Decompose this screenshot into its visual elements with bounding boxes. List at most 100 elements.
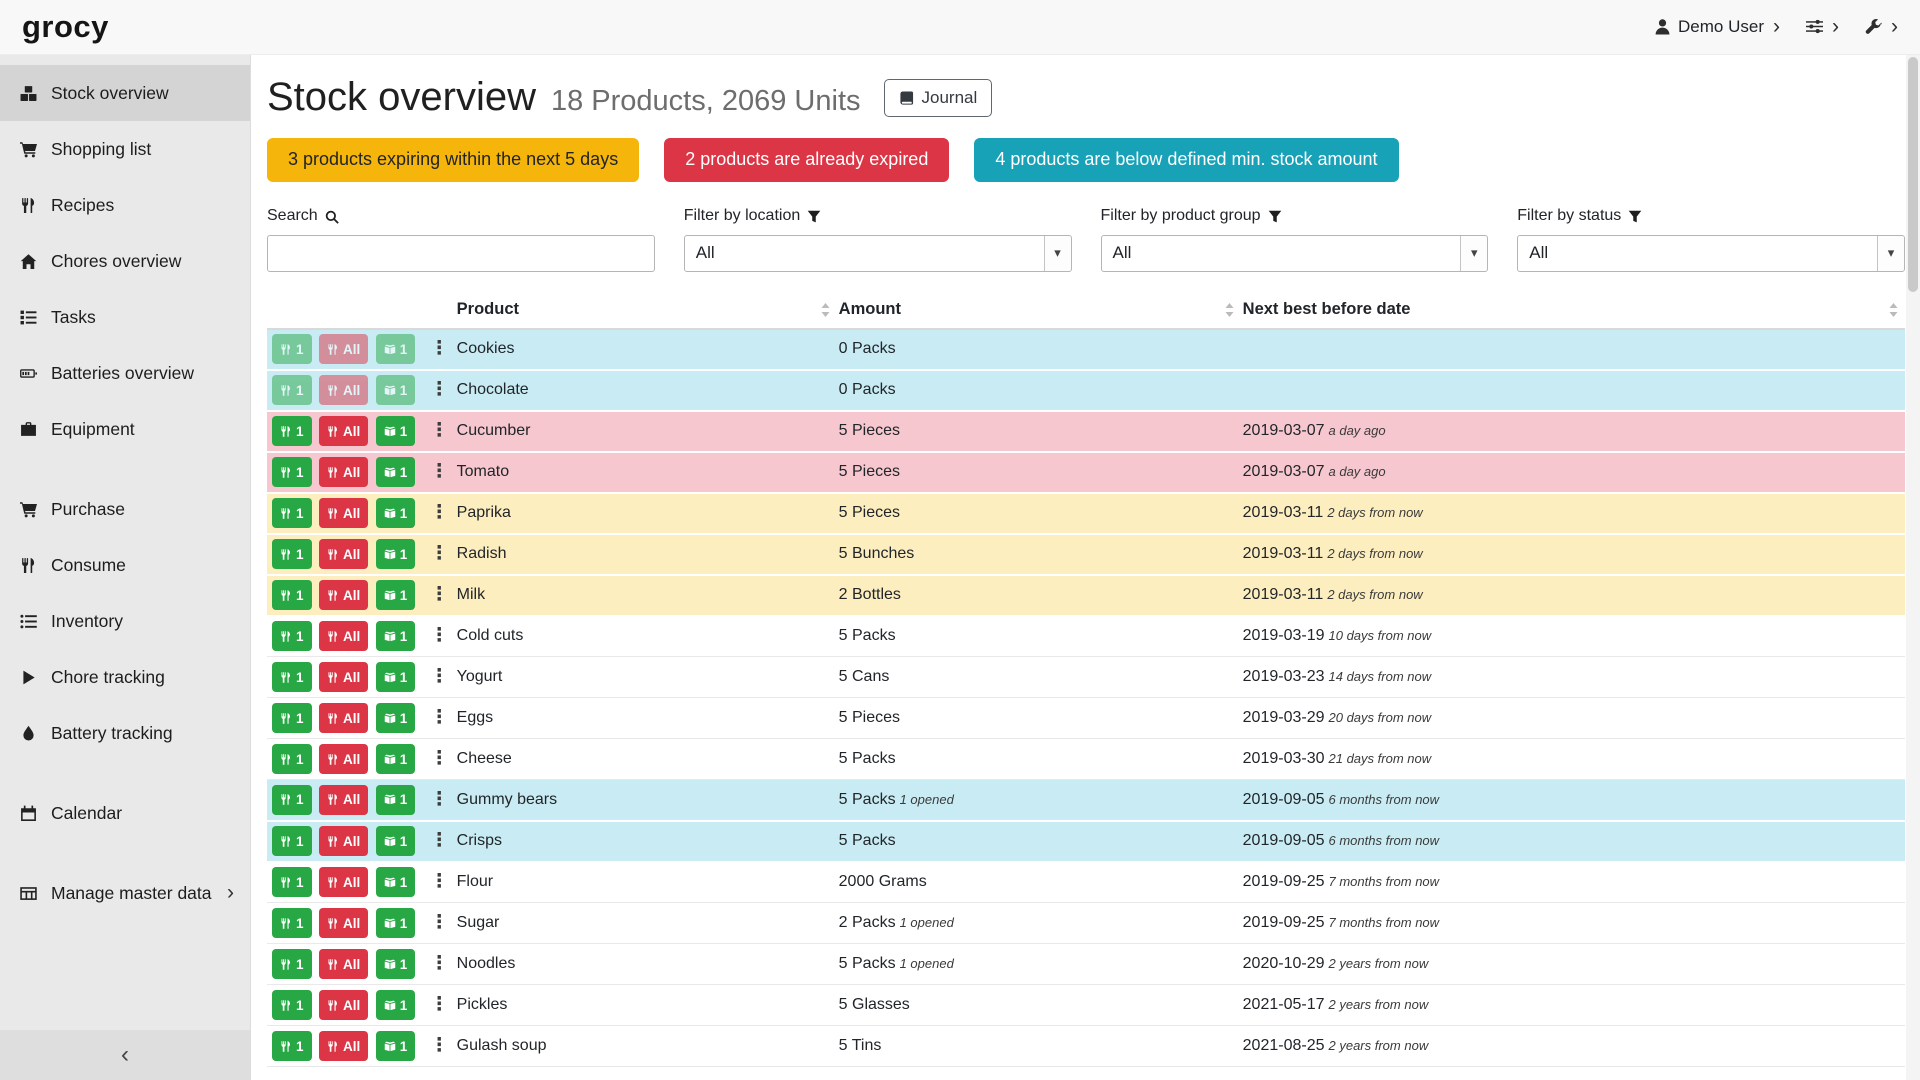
row-menu-button[interactable]: ⋮ [430, 787, 449, 814]
sidebar-item-battery-tracking[interactable]: Battery tracking [0, 705, 250, 761]
open-one-button[interactable]: 1 [376, 949, 416, 979]
open-one-button[interactable]: 1 [376, 785, 416, 815]
consume-all-button[interactable]: All [319, 580, 368, 610]
admin-menu[interactable]: › [1865, 16, 1898, 37]
consume-all-button[interactable]: All [319, 457, 368, 487]
open-one-button[interactable]: 1 [376, 703, 416, 733]
sidebar-item-shopping-list[interactable]: Shopping list [0, 121, 250, 177]
consume-all-button[interactable]: All [319, 867, 368, 897]
consume-all-button[interactable]: All [319, 416, 368, 446]
open-one-button[interactable]: 1 [376, 416, 416, 446]
consume-all-button[interactable]: All [319, 703, 368, 733]
best-before-column-header[interactable]: Next best before date [1241, 294, 1905, 329]
sidebar-item-batteries-overview[interactable]: Batteries overview [0, 345, 250, 401]
row-menu-button[interactable]: ⋮ [430, 500, 449, 527]
consume-one-button[interactable]: 1 [272, 1031, 312, 1061]
consume-all-button[interactable]: All [319, 744, 368, 774]
consume-one-button[interactable]: 1 [272, 334, 312, 364]
open-one-button[interactable]: 1 [376, 908, 416, 938]
open-one-button[interactable]: 1 [376, 1031, 416, 1061]
consume-one-button[interactable]: 1 [272, 416, 312, 446]
view-settings-menu[interactable]: › [1806, 16, 1839, 37]
consume-one-button[interactable]: 1 [272, 662, 312, 692]
consume-all-button[interactable]: All [319, 785, 368, 815]
row-menu-button[interactable]: ⋮ [430, 746, 449, 773]
status-filter-select[interactable]: All ▾ [1517, 235, 1905, 272]
consume-all-button[interactable]: All [319, 908, 368, 938]
user-menu[interactable]: Demo User › [1654, 15, 1780, 39]
sidebar-item-manage-master-data[interactable]: Manage master data › [0, 865, 250, 921]
sidebar-item-purchase[interactable]: Purchase [0, 481, 250, 537]
consume-all-button[interactable]: All [319, 375, 368, 405]
scrollbar-thumb[interactable] [1908, 57, 1918, 292]
open-one-button[interactable]: 1 [376, 744, 416, 774]
row-menu-button[interactable]: ⋮ [430, 541, 449, 568]
sidebar-collapse-button[interactable]: ‹ [0, 1030, 250, 1080]
consume-one-button[interactable]: 1 [272, 785, 312, 815]
consume-all-button[interactable]: All [319, 662, 368, 692]
consume-all-button[interactable]: All [319, 539, 368, 569]
consume-all-button[interactable]: All [319, 498, 368, 528]
consume-one-button[interactable]: 1 [272, 990, 312, 1020]
row-menu-button[interactable]: ⋮ [430, 418, 449, 445]
sidebar-item-consume[interactable]: Consume [0, 537, 250, 593]
open-one-button[interactable]: 1 [376, 334, 416, 364]
consume-one-button[interactable]: 1 [272, 826, 312, 856]
open-one-button[interactable]: 1 [376, 498, 416, 528]
row-menu-button[interactable]: ⋮ [430, 582, 449, 609]
consume-one-button[interactable]: 1 [272, 621, 312, 651]
row-menu-button[interactable]: ⋮ [430, 664, 449, 691]
consume-one-button[interactable]: 1 [272, 375, 312, 405]
consume-one-button[interactable]: 1 [272, 580, 312, 610]
row-menu-button[interactable]: ⋮ [430, 377, 449, 404]
expiring-alert[interactable]: 3 products expiring within the next 5 da… [267, 138, 639, 182]
sidebar-item-equipment[interactable]: Equipment [0, 401, 250, 457]
consume-one-button[interactable]: 1 [272, 949, 312, 979]
row-menu-button[interactable]: ⋮ [430, 951, 449, 978]
row-menu-button[interactable]: ⋮ [430, 336, 449, 363]
open-one-button[interactable]: 1 [376, 867, 416, 897]
search-input[interactable] [267, 235, 655, 272]
sidebar-item-chore-tracking[interactable]: Chore tracking [0, 649, 250, 705]
open-one-button[interactable]: 1 [376, 375, 416, 405]
row-menu-button[interactable]: ⋮ [430, 459, 449, 486]
row-menu-button[interactable]: ⋮ [430, 910, 449, 937]
expired-alert[interactable]: 2 products are already expired [664, 138, 949, 182]
consume-one-button[interactable]: 1 [272, 457, 312, 487]
sidebar-item-calendar[interactable]: Calendar [0, 785, 250, 841]
open-one-button[interactable]: 1 [376, 580, 416, 610]
product-column-header[interactable]: Product [455, 294, 837, 329]
open-one-button[interactable]: 1 [376, 621, 416, 651]
open-one-button[interactable]: 1 [376, 539, 416, 569]
scrollbar[interactable] [1906, 55, 1920, 1080]
grocy-logo[interactable]: grocy [22, 5, 109, 48]
row-menu-button[interactable]: ⋮ [430, 992, 449, 1019]
consume-one-button[interactable]: 1 [272, 703, 312, 733]
sidebar-item-chores-overview[interactable]: Chores overview [0, 233, 250, 289]
open-one-button[interactable]: 1 [376, 990, 416, 1020]
consume-one-button[interactable]: 1 [272, 498, 312, 528]
consume-all-button[interactable]: All [319, 334, 368, 364]
amount-column-header[interactable]: Amount [837, 294, 1241, 329]
consume-all-button[interactable]: All [319, 826, 368, 856]
row-menu-button[interactable]: ⋮ [430, 869, 449, 896]
consume-one-button[interactable]: 1 [272, 908, 312, 938]
consume-one-button[interactable]: 1 [272, 539, 312, 569]
location-filter-select[interactable]: All ▾ [684, 235, 1072, 272]
row-menu-button[interactable]: ⋮ [430, 1033, 449, 1060]
consume-all-button[interactable]: All [319, 949, 368, 979]
consume-all-button[interactable]: All [319, 1031, 368, 1061]
sidebar-item-inventory[interactable]: Inventory [0, 593, 250, 649]
journal-button[interactable]: Journal [884, 79, 993, 117]
consume-all-button[interactable]: All [319, 990, 368, 1020]
row-menu-button[interactable]: ⋮ [430, 828, 449, 855]
product-group-filter-select[interactable]: All ▾ [1101, 235, 1489, 272]
open-one-button[interactable]: 1 [376, 826, 416, 856]
open-one-button[interactable]: 1 [376, 457, 416, 487]
sidebar-item-recipes[interactable]: Recipes [0, 177, 250, 233]
sidebar-item-tasks[interactable]: Tasks [0, 289, 250, 345]
below-min-stock-alert[interactable]: 4 products are below defined min. stock … [974, 138, 1398, 182]
row-menu-button[interactable]: ⋮ [430, 705, 449, 732]
consume-one-button[interactable]: 1 [272, 867, 312, 897]
row-menu-button[interactable]: ⋮ [430, 623, 449, 650]
